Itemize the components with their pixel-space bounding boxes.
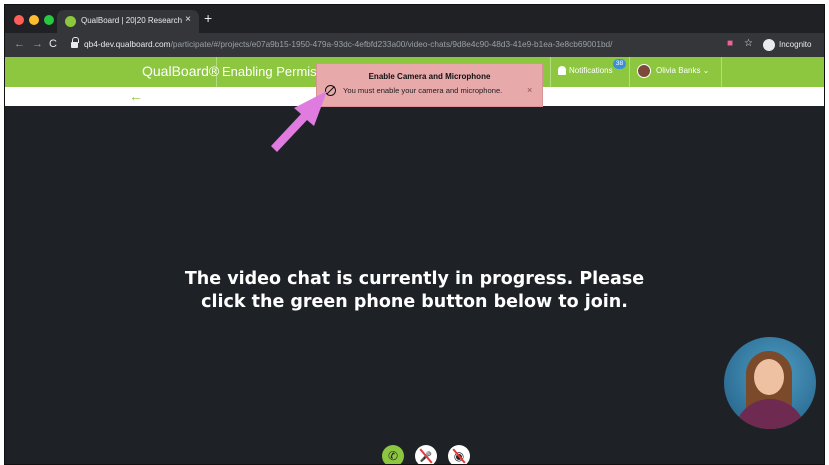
bell-icon[interactable] [558,66,566,75]
url-host: qb4-dev.qualboard.com [84,39,171,49]
reload-icon[interactable]: C [49,38,57,50]
alert-title: Enable Camera and Microphone [368,72,491,81]
self-view-video [724,337,816,429]
alert-close-button[interactable]: × [527,85,532,95]
back-arrow-icon[interactable]: ← [129,88,143,104]
lock-icon [71,37,79,49]
header-divider [629,57,630,87]
incognito-icon[interactable] [763,39,775,51]
brand-logo[interactable]: QualBoard® [142,63,219,79]
close-window-button[interactable] [14,15,24,25]
browser-menu-icon[interactable]: ⋮ [820,38,824,50]
notifications-link[interactable]: Notifications [569,66,613,75]
header-divider [550,57,551,87]
new-tab-button[interactable]: + [204,11,212,25]
video-message-line-2: click the green phone button below to jo… [201,292,628,312]
incognito-label[interactable]: Incognito [779,40,811,49]
extension-icon[interactable]: ■ [727,38,733,50]
header-divider [721,57,722,87]
blocked-icon [325,85,336,96]
tab-close-icon[interactable]: × [185,14,191,25]
tab-title: QualBoard | 20|20 Research [81,16,183,25]
minimize-window-button[interactable] [29,15,39,25]
microphone-muted-button[interactable]: 🎤 [415,445,437,464]
url-path: /participate/#/projects/e07a9b15-1950-47… [170,39,613,49]
camera-off-button[interactable]: ◉ [448,445,470,464]
self-view-body [734,399,806,429]
back-icon[interactable]: ← [14,38,25,50]
self-view-face [754,359,784,395]
video-message-line-1: The video chat is currently in progress.… [184,269,645,289]
video-chat-area: The video chat is currently in progress.… [5,106,824,464]
browser-window: QualBoard | 20|20 Research × + ← → C qb4… [4,4,825,465]
join-call-phone-button[interactable]: ✆ [382,445,404,464]
header-divider [216,57,217,87]
user-menu[interactable]: Olivia Banks ⌄ [656,66,709,75]
notifications-badge: 38 [613,59,626,69]
tab-strip: QualBoard | 20|20 Research × + [5,5,824,33]
maximize-window-button[interactable] [44,15,54,25]
browser-tab[interactable]: QualBoard | 20|20 Research × [57,10,199,33]
url-text: qb4-dev.qualboard.com/participate/#/proj… [84,39,612,49]
avatar[interactable] [637,64,651,78]
qualboard-favicon-icon [65,16,76,27]
browser-toolbar: ← → C qb4-dev.qualboard.com/participate/… [5,33,824,57]
page-title: Enabling Permiss [222,64,324,79]
address-bar[interactable]: qb4-dev.qualboard.com/participate/#/proj… [65,36,755,54]
permission-alert: Enable Camera and Microphone You must en… [316,63,543,107]
alert-message: You must enable your camera and micropho… [343,86,503,95]
bookmark-star-icon[interactable]: ☆ [744,38,753,50]
video-status-message: The video chat is currently in progress.… [5,268,824,314]
forward-icon[interactable]: → [32,38,43,50]
